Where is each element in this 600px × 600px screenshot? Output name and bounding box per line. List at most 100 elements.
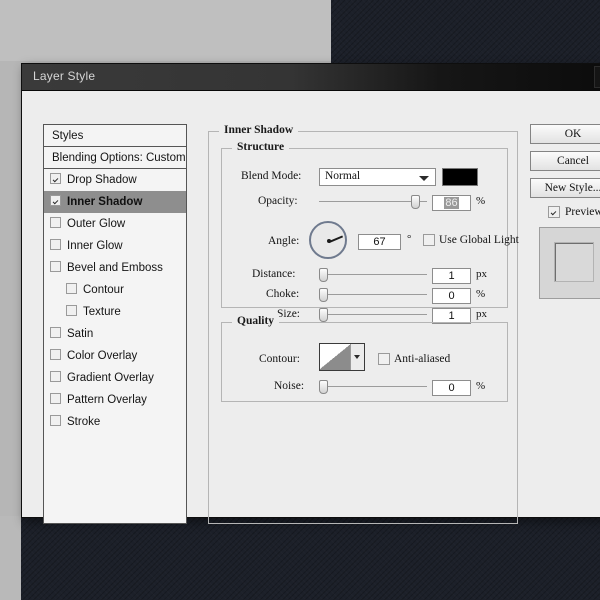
sidebar-item-label: Outer Glow (67, 218, 126, 230)
size-label: Size: (277, 308, 300, 320)
checkbox-bevel-and-emboss[interactable] (50, 261, 61, 272)
sidebar-item-label: Inner Glow (67, 240, 123, 252)
blend-mode-select[interactable]: Normal (319, 168, 436, 186)
preview-row: Preview (539, 205, 600, 221)
angle-unit: ° (407, 233, 412, 245)
distance-slider[interactable] (319, 268, 427, 282)
noise-unit: % (476, 380, 486, 392)
sidebar-item-label: Contour (83, 284, 124, 296)
contour-preset-picker[interactable] (319, 343, 365, 371)
structure-group: Structure Blend Mode: Normal Opacity: 86… (221, 141, 519, 324)
contour-dropdown-arrow-icon[interactable] (350, 344, 364, 370)
blend-mode-value: Normal (325, 170, 361, 182)
opacity-row: Opacity: 86 % (236, 194, 496, 212)
backdrop-light-panel-top (0, 0, 331, 61)
choke-input[interactable]: 0 (432, 288, 471, 304)
sidebar-item-stroke[interactable]: Stroke (44, 411, 186, 433)
sidebar-item-drop-shadow[interactable]: Drop Shadow (44, 169, 186, 191)
size-unit: px (476, 308, 487, 320)
sidebar-item-outer-glow[interactable]: Outer Glow (44, 213, 186, 235)
contour-curve-icon (320, 344, 352, 370)
inner-shadow-section-title: Inner Shadow (219, 124, 299, 136)
noise-label: Noise: (274, 380, 305, 392)
angle-input[interactable]: 67 (358, 234, 401, 250)
styles-list-header[interactable]: Styles (44, 125, 186, 147)
checkbox-drop-shadow[interactable] (50, 173, 61, 184)
distance-slider-track (319, 274, 427, 275)
checkbox-inner-shadow[interactable] (50, 195, 61, 206)
contour-label: Contour: (259, 353, 300, 365)
sidebar-item-label: Pattern Overlay (67, 394, 147, 406)
opacity-input[interactable]: 86 (432, 195, 471, 211)
sidebar-item-pattern-overlay[interactable]: Pattern Overlay (44, 389, 186, 411)
checkbox-color-overlay[interactable] (50, 349, 61, 360)
cancel-button[interactable]: Cancel (530, 151, 600, 171)
blending-options-row[interactable]: Blending Options: Custom (44, 147, 186, 169)
noise-input[interactable]: 0 (432, 380, 471, 396)
size-slider-track (319, 314, 427, 315)
checkbox-satin[interactable] (50, 327, 61, 338)
checkbox-texture[interactable] (66, 305, 77, 316)
angle-dial[interactable] (309, 221, 347, 259)
sidebar-item-texture[interactable]: Texture (44, 301, 186, 323)
choke-row: Choke: 0 % (236, 287, 496, 305)
checkbox-outer-glow[interactable] (50, 217, 61, 228)
use-global-light-checkbox[interactable] (423, 234, 435, 246)
sidebar-item-inner-shadow[interactable]: Inner Shadow (44, 191, 186, 213)
noise-row: Noise: 0 % (236, 379, 496, 397)
sidebar-item-gradient-overlay[interactable]: Gradient Overlay (44, 367, 186, 389)
distance-value: 1 (448, 270, 455, 282)
size-slider[interactable] (319, 308, 427, 322)
angle-row: Angle: 67 ° Use Global Light (236, 221, 519, 261)
anti-aliased-label: Anti-aliased (394, 353, 451, 365)
checkbox-contour[interactable] (66, 283, 77, 294)
sidebar-item-label: Inner Shadow (67, 196, 143, 208)
close-button[interactable] (594, 66, 600, 88)
preview-thumbnail (539, 227, 600, 299)
distance-row: Distance: 1 px (236, 267, 496, 285)
distance-unit: px (476, 268, 487, 280)
dialog-body: Styles Blending Options: Custom Drop Sha… (22, 91, 600, 524)
sidebar-item-inner-glow[interactable]: Inner Glow (44, 235, 186, 257)
sidebar-item-satin[interactable]: Satin (44, 323, 186, 345)
checkbox-stroke[interactable] (50, 415, 61, 426)
choke-value: 0 (448, 290, 455, 302)
noise-slider[interactable] (319, 380, 427, 394)
new-style-button[interactable]: New Style... (530, 178, 600, 198)
inner-shadow-section: Inner Shadow Structure Blend Mode: Norma… (208, 124, 519, 524)
sidebar-item-label: Color Overlay (67, 350, 138, 362)
styles-list[interactable]: Styles Blending Options: Custom Drop Sha… (43, 124, 187, 524)
angle-dial-hand (328, 235, 343, 243)
sidebar-item-label: Gradient Overlay (67, 372, 154, 384)
sidebar-item-color-overlay[interactable]: Color Overlay (44, 345, 186, 367)
sidebar-item-contour[interactable]: Contour (44, 279, 186, 301)
choke-slider[interactable] (319, 288, 427, 302)
shadow-color-swatch[interactable] (442, 168, 478, 186)
preview-label: Preview (565, 206, 600, 218)
blend-mode-label: Blend Mode: (241, 170, 302, 182)
chevron-down-icon (419, 176, 429, 181)
ok-button[interactable]: OK (530, 124, 600, 144)
dialog-titlebar[interactable]: Layer Style (22, 64, 600, 91)
layer-style-dialog: Layer Style Styles Blending Options: Cus… (21, 63, 600, 524)
quality-group: Quality Contour: Anti-aliased Noise: 0 % (221, 315, 508, 402)
choke-slider-knob[interactable] (319, 288, 328, 302)
anti-aliased-checkbox[interactable] (378, 353, 390, 365)
distance-slider-knob[interactable] (319, 268, 328, 282)
sidebar-item-bevel-and-emboss[interactable]: Bevel and Emboss (44, 257, 186, 279)
sidebar-item-label: Stroke (67, 416, 101, 428)
opacity-slider-knob[interactable] (410, 195, 420, 209)
choke-slider-track (319, 294, 427, 295)
size-slider-knob[interactable] (319, 308, 328, 322)
checkbox-inner-glow[interactable] (50, 239, 61, 250)
opacity-slider[interactable] (319, 195, 427, 209)
preview-thumbnail-shape (554, 242, 594, 282)
noise-slider-knob[interactable] (319, 380, 328, 394)
sidebar-item-label: Satin (67, 328, 94, 340)
preview-checkbox[interactable] (548, 206, 560, 218)
checkbox-pattern-overlay[interactable] (50, 393, 61, 404)
noise-value: 0 (448, 382, 455, 394)
checkbox-gradient-overlay[interactable] (50, 371, 61, 382)
choke-label: Choke: (266, 288, 300, 300)
distance-input[interactable]: 1 (432, 268, 471, 284)
